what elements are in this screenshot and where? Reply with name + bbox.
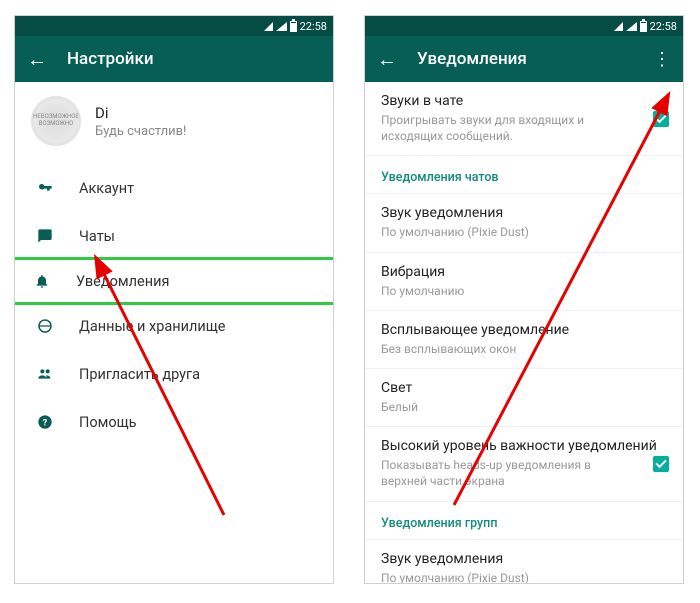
menu-label: Пригласить друга (79, 366, 200, 383)
data-icon (35, 316, 55, 336)
row-title: Высокий уровень важности уведомлений (381, 438, 667, 454)
row-title: Свет (381, 380, 667, 396)
row-chat-sounds[interactable]: Звуки в чате Проигрывать звуки для входя… (365, 82, 683, 156)
row-subtitle: Показывать heads-up уведомления в верхне… (381, 457, 667, 489)
key-icon (35, 178, 55, 198)
row-title: Всплывающее уведомление (381, 322, 667, 338)
menu-label: Чаты (79, 228, 115, 245)
row-title: Звук уведомления (381, 551, 667, 567)
bell-icon (32, 271, 52, 291)
row-subtitle: Без всплывающих окон (381, 341, 667, 357)
battery-icon (290, 21, 297, 32)
app-bar: ← Уведомления ⋮ (365, 36, 683, 82)
row-subtitle: По умолчанию (381, 283, 667, 299)
profile-name: Di (95, 104, 186, 122)
row-group-sound[interactable]: Звук уведомления По умолчанию (Pixie Dus… (365, 540, 683, 584)
phone-settings: 22:58 ← Настройки НЕВОЗМОЖНОЕ ВОЗМОЖНО D… (14, 15, 334, 584)
row-vibration[interactable]: Вибрация По умолчанию (365, 253, 683, 311)
status-bar: 22:58 (365, 16, 683, 36)
row-subtitle: Проигрывать звуки для входящих и исходящ… (381, 112, 667, 144)
section-header-groups: Уведомления групп (365, 502, 683, 540)
chat-icon (35, 226, 55, 246)
svg-text:?: ? (43, 417, 48, 428)
row-popup[interactable]: Всплывающее уведомление Без всплывающих … (365, 311, 683, 369)
profile-status: Будь счастлив! (95, 124, 186, 139)
row-title: Звук уведомления (381, 205, 667, 221)
menu-account[interactable]: Аккаунт (15, 164, 333, 212)
profile-row[interactable]: НЕВОЗМОЖНОЕ ВОЗМОЖНО Di Будь счастлив! (15, 82, 333, 164)
signal-icon (264, 22, 273, 31)
row-notif-sound[interactable]: Звук уведомления По умолчанию (Pixie Dus… (365, 194, 683, 252)
menu-help[interactable]: ? Помощь (15, 398, 333, 446)
menu-label: Аккаунт (79, 180, 134, 197)
row-subtitle: По умолчанию (Pixie Dust) (381, 570, 667, 584)
help-icon: ? (35, 412, 55, 432)
wifi-icon (626, 22, 637, 31)
row-subtitle: Белый (381, 399, 667, 415)
row-high-priority[interactable]: Высокий уровень важности уведомлений Пок… (365, 427, 683, 501)
row-subtitle: По умолчанию (Pixie Dust) (381, 224, 667, 240)
settings-content: НЕВОЗМОЖНОЕ ВОЗМОЖНО Di Будь счастлив! А… (15, 82, 333, 583)
clock: 22:58 (300, 20, 327, 33)
status-bar: 22:58 (15, 16, 333, 36)
back-button[interactable]: ← (377, 49, 397, 69)
row-title: Звуки в чате (381, 93, 667, 109)
row-light[interactable]: Свет Белый (365, 369, 683, 427)
page-title: Настройки (67, 49, 321, 69)
clock: 22:58 (650, 20, 677, 33)
menu-label: Уведомления (76, 273, 169, 290)
menu-chats[interactable]: Чаты (15, 212, 333, 260)
group-icon (35, 364, 55, 384)
menu-invite[interactable]: Пригласить друга (15, 350, 333, 398)
menu-label: Данные и хранилище (79, 318, 226, 335)
row-title: Вибрация (381, 264, 667, 280)
avatar: НЕВОЗМОЖНОЕ ВОЗМОЖНО (31, 96, 81, 146)
page-title: Уведомления (417, 49, 633, 69)
more-icon[interactable]: ⋮ (653, 49, 671, 70)
section-header-chats: Уведомления чатов (365, 156, 683, 194)
notifications-content: Звуки в чате Проигрывать звуки для входя… (365, 82, 683, 583)
battery-icon (640, 21, 647, 32)
app-bar: ← Настройки (15, 36, 333, 82)
checkbox-icon[interactable] (653, 111, 669, 127)
signal-icon (614, 22, 623, 31)
menu-data[interactable]: Данные и хранилище (15, 302, 333, 350)
menu-label: Помощь (79, 414, 137, 431)
menu-notifications[interactable]: Уведомления (15, 257, 333, 305)
wifi-icon (276, 22, 287, 31)
phone-notifications: 22:58 ← Уведомления ⋮ Звуки в чате Проиг… (364, 15, 684, 584)
back-button[interactable]: ← (27, 49, 47, 69)
checkbox-icon[interactable] (653, 456, 669, 472)
